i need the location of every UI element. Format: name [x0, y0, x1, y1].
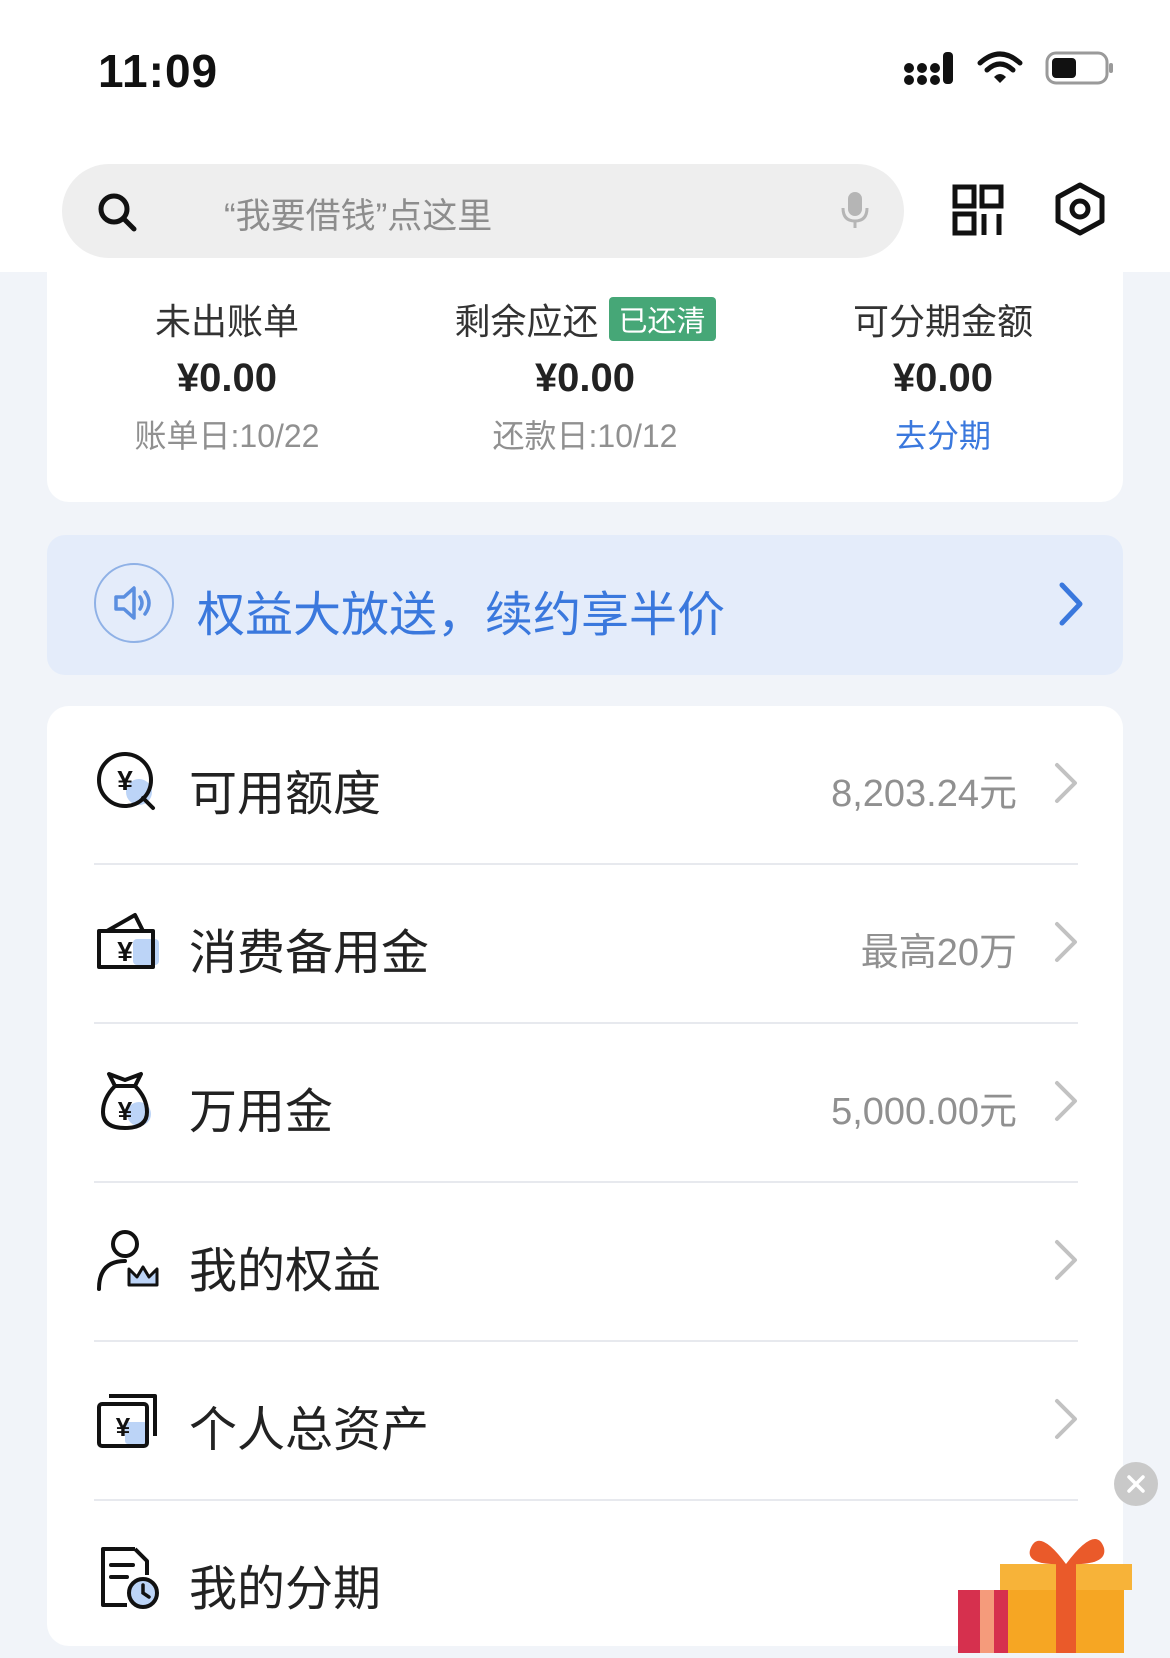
svg-text:¥: ¥: [117, 936, 133, 967]
unbilled-label: 未出账单: [154, 301, 299, 342]
top-bar: 11:09 “我要借钱”点这里: [0, 0, 1170, 272]
search-bar[interactable]: “我要借钱”点这里: [62, 164, 904, 258]
bill-summary-card: 未出账单 ¥0.00 账单日:10/22 剩余应还 已还清 ¥0.00 还款日:…: [47, 262, 1123, 502]
speaker-icon: [114, 586, 151, 620]
chevron-right-icon: [1055, 922, 1077, 962]
menu-item-consumer-reserve[interactable]: ¥ 消费备用金 最高20万: [47, 865, 1123, 1022]
yuan-wallet-icon: ¥: [97, 913, 159, 969]
chevron-right-icon: [1055, 1399, 1077, 1439]
svg-text:¥: ¥: [118, 1096, 133, 1126]
status-icons: [903, 50, 1115, 86]
microphone-icon[interactable]: [840, 190, 870, 230]
unbilled-column[interactable]: 未出账单 ¥0.00 账单日:10/22: [47, 296, 407, 457]
menu-value: 8,203.24元: [831, 773, 1017, 815]
menu-label: 消费备用金: [189, 927, 430, 980]
service-menu: ¥ 可用额度 8,203.24元 ¥ 消费备用金 最高20万 ¥ 万用金 5,0…: [47, 706, 1123, 1646]
installment-label: 可分期金额: [852, 301, 1033, 342]
menu-label: 我的分期: [189, 1563, 382, 1616]
chevron-right-icon: [1059, 582, 1083, 626]
promo-banner[interactable]: 权益大放送，续约享半价: [47, 535, 1123, 675]
remaining-label: 剩余应还: [454, 301, 599, 342]
menu-item-total-assets[interactable]: ¥ 个人总资产: [47, 1342, 1123, 1499]
installment-column: 可分期金额 ¥0.00 去分期: [763, 296, 1123, 457]
remaining-value: ¥0.00: [534, 356, 636, 400]
bill-date: 账单日:10/22: [134, 418, 320, 454]
menu-label: 可用额度: [189, 768, 382, 821]
chevron-right-icon: [1055, 1081, 1077, 1121]
bill-clock-icon: [101, 1547, 159, 1609]
gift-box-icon[interactable]: [938, 1528, 1138, 1653]
qr-code-icon[interactable]: [952, 184, 1004, 236]
svg-text:¥: ¥: [116, 1412, 131, 1442]
menu-item-my-benefits[interactable]: 我的权益: [47, 1183, 1123, 1340]
cellular-signal-icon: [904, 52, 953, 85]
unbilled-value: ¥0.00: [176, 356, 278, 400]
chevron-right-icon: [1055, 1240, 1077, 1280]
remaining-column[interactable]: 剩余应还 已还清 ¥0.00 还款日:10/12: [405, 296, 765, 457]
chevron-right-icon: [1055, 763, 1077, 803]
yuan-cards-icon: ¥: [97, 1394, 157, 1448]
repayment-date: 还款日:10/12: [492, 418, 678, 454]
svg-text:¥: ¥: [117, 765, 133, 796]
menu-label: 个人总资产: [189, 1404, 430, 1457]
yuan-search-icon: ¥: [97, 752, 155, 810]
menu-item-available-credit[interactable]: ¥ 可用额度 8,203.24元: [47, 706, 1123, 863]
search-icon: [98, 193, 137, 232]
search-placeholder: “我要借钱”点这里: [224, 197, 493, 236]
installment-value: ¥0.00: [892, 356, 994, 400]
promo-text: 权益大放送，续约享半价: [197, 589, 726, 642]
menu-label: 我的权益: [189, 1245, 382, 1298]
paid-off-badge: 已还清: [608, 297, 716, 341]
menu-value: 5,000.00元: [831, 1091, 1017, 1133]
go-installment-link[interactable]: 去分期: [763, 411, 1123, 457]
settings-icon[interactable]: [1054, 182, 1106, 236]
close-icon: [1127, 1475, 1145, 1493]
menu-label: 万用金: [189, 1086, 334, 1139]
menu-value: 最高20万: [860, 932, 1017, 974]
close-float-button[interactable]: [1114, 1462, 1158, 1506]
menu-item-wanyongjin[interactable]: ¥ 万用金 5,000.00元: [47, 1024, 1123, 1181]
money-bag-icon: ¥: [101, 1072, 151, 1130]
speaker-icon-wrap: [94, 563, 174, 643]
user-crown-icon: [97, 1230, 159, 1291]
status-time: 11:09: [98, 45, 219, 97]
wifi-icon: [977, 51, 1023, 83]
battery-icon: [1045, 51, 1113, 85]
